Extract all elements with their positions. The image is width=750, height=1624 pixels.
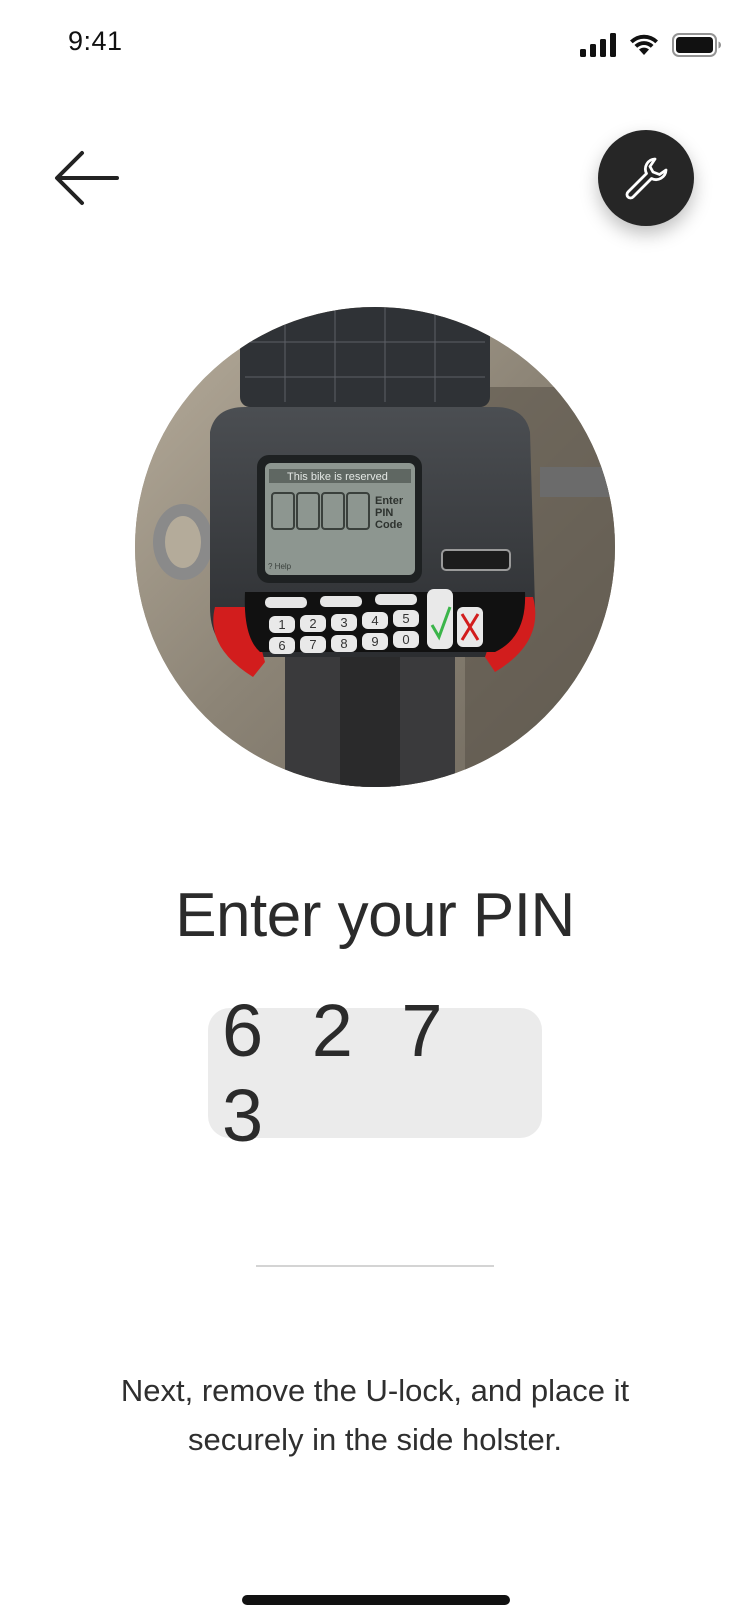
divider <box>256 1265 494 1267</box>
bike-dock-keypad-photo: This bike is reserved Enter PIN Code ? H… <box>135 307 615 787</box>
arrow-left-icon <box>55 151 119 205</box>
screen-reserved-text: This bike is reserved <box>287 471 388 483</box>
home-indicator[interactable] <box>242 1595 510 1605</box>
battery-icon <box>672 33 721 57</box>
wifi-icon <box>630 34 658 55</box>
screen-code-text: Code <box>375 519 403 531</box>
page-title: Enter your PIN <box>175 880 575 950</box>
screen-enter-text: Enter <box>375 495 404 507</box>
key-8: 8 <box>340 636 347 651</box>
pin-code: 6 2 7 3 <box>222 989 457 1157</box>
key-5: 5 <box>402 611 409 626</box>
keypad-illustration: This bike is reserved Enter PIN Code ? H… <box>135 307 615 787</box>
key-6: 6 <box>278 638 285 653</box>
status-icons <box>580 30 722 60</box>
status-bar: 9:41 <box>0 0 750 90</box>
key-3: 3 <box>340 615 347 630</box>
key-0: 0 <box>402 632 409 647</box>
key-4: 4 <box>371 613 378 628</box>
screen-pin-text: PIN <box>375 507 393 519</box>
tools-button[interactable] <box>598 130 694 226</box>
status-time: 9:41 <box>68 26 123 56</box>
pin-display: 6 2 7 3 <box>208 989 542 1157</box>
key-9: 9 <box>371 634 378 649</box>
screen-help-text: ? Help <box>268 562 292 571</box>
key-1: 1 <box>278 617 285 632</box>
instruction-text: Next, remove the U-lock, and place it se… <box>120 1373 630 1457</box>
back-button[interactable] <box>46 138 126 218</box>
wrench-icon <box>625 157 668 200</box>
key-7: 7 <box>309 637 316 652</box>
key-2: 2 <box>309 616 316 631</box>
cellular-signal-icon <box>580 33 616 57</box>
